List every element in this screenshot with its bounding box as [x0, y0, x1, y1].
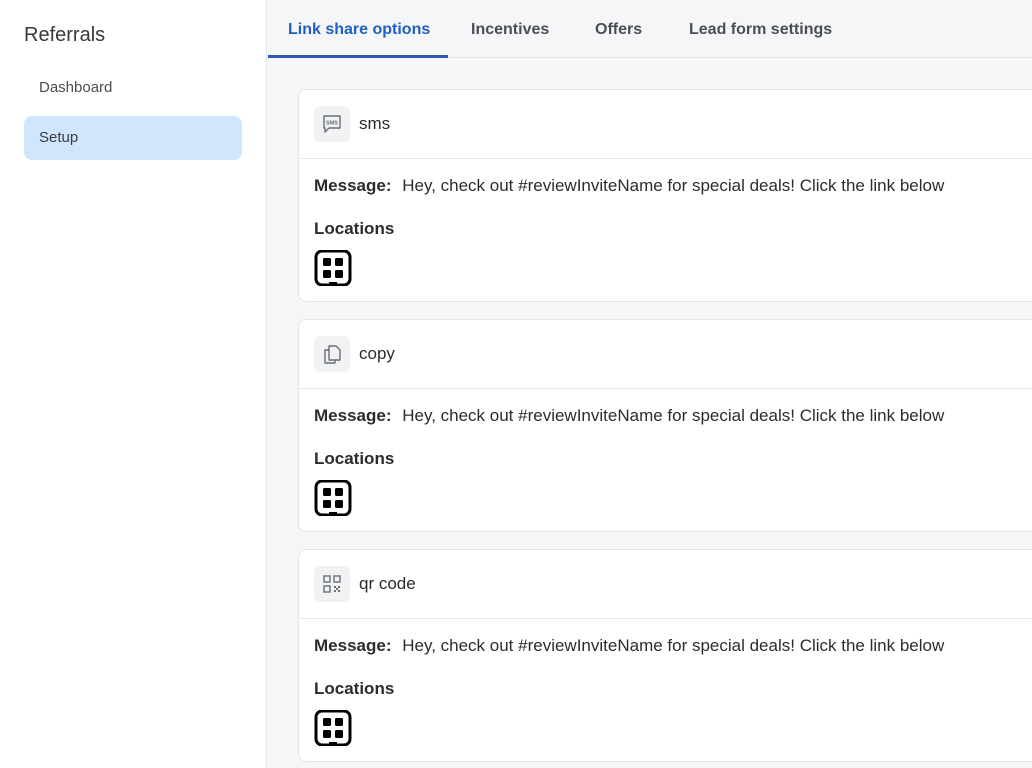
message-row: Message: Hey, check out #reviewInviteNam…	[314, 176, 944, 196]
sms-icon: SMS	[314, 106, 350, 142]
message-row: Message: Hey, check out #reviewInviteNam…	[314, 636, 944, 656]
message-text: Hey, check out #reviewInviteName for spe…	[402, 636, 945, 655]
share-option-card-qr-code: qr code Message: Hey, check out #reviewI…	[298, 549, 1032, 762]
sidebar-item-dashboard[interactable]: Dashboard	[24, 66, 242, 110]
tab-bar: Link share options Incentives Offers Lea…	[268, 0, 1032, 58]
location-app-icon	[314, 249, 352, 287]
card-header: qr code	[299, 550, 1032, 619]
share-option-card-sms: SMS sms Message: Hey, check out #reviewI…	[298, 89, 1032, 302]
location-app-icon	[314, 709, 352, 747]
message-text: Hey, check out #reviewInviteName for spe…	[402, 176, 945, 195]
tab-incentives[interactable]: Incentives	[451, 0, 569, 58]
share-option-card-copy: copy Message: Hey, check out #reviewInvi…	[298, 319, 1032, 532]
message-row: Message: Hey, check out #reviewInviteNam…	[314, 406, 944, 426]
svg-text:SMS: SMS	[326, 121, 338, 127]
tab-link-share-options[interactable]: Link share options	[268, 0, 448, 58]
location-app-icon	[314, 479, 352, 517]
qr-code-icon	[314, 566, 350, 602]
card-header: SMS sms	[299, 90, 1032, 159]
locations-label: Locations	[314, 219, 395, 238]
sidebar-item-setup[interactable]: Setup	[24, 116, 242, 160]
message-label: Message:	[314, 176, 392, 195]
option-name: qr code	[359, 574, 416, 593]
card-header: copy	[299, 320, 1032, 389]
option-name: copy	[359, 344, 395, 363]
sidebar-title: Referrals	[24, 24, 106, 46]
option-name: sms	[359, 114, 391, 133]
sidebar: Referrals Dashboard Setup	[0, 0, 267, 768]
locations-label: Locations	[314, 449, 395, 468]
message-label: Message:	[314, 636, 392, 655]
message-label: Message:	[314, 406, 392, 425]
tab-offers[interactable]: Offers	[575, 0, 662, 58]
locations-label: Locations	[314, 679, 395, 698]
message-text: Hey, check out #reviewInviteName for spe…	[402, 406, 945, 425]
tab-lead-form-settings[interactable]: Lead form settings	[669, 0, 852, 58]
copy-icon	[314, 336, 350, 372]
